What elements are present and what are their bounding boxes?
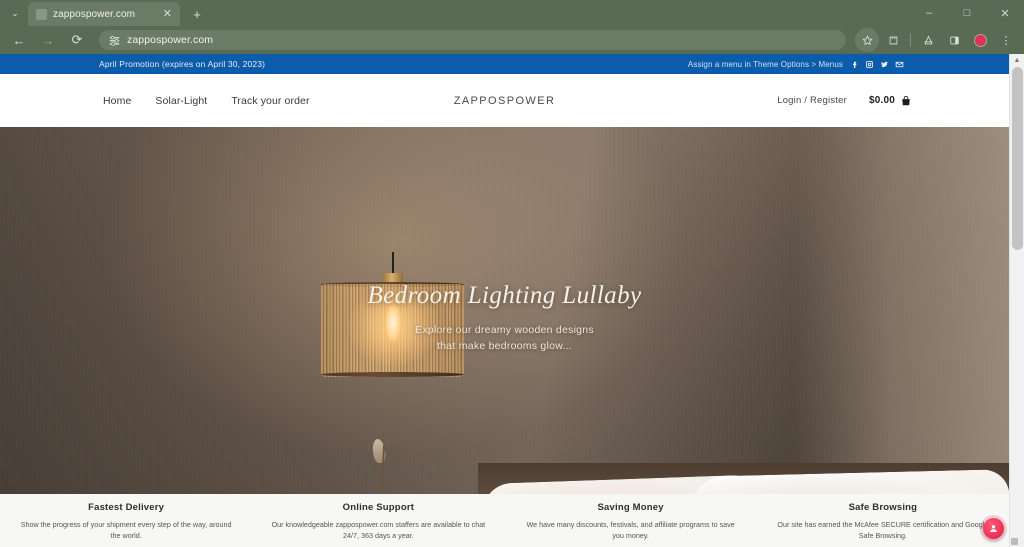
minimize-icon[interactable]: – [910,0,948,26]
cart-button[interactable]: $0.00 [869,95,912,107]
promo-bar: April Promotion (expires on April 30, 20… [0,54,1009,74]
instagram-icon[interactable] [865,60,874,69]
feature-description: Our site has earned the McAfee SECURE ce… [777,520,989,541]
close-icon[interactable]: ✕ [163,8,172,20]
nav-item-solar-light[interactable]: Solar-Light [155,95,207,107]
page-viewport: April Promotion (expires on April 30, 20… [0,54,1024,547]
hero-subtitle: Explore our dreamy wooden designs that m… [0,322,1009,355]
web-page: April Promotion (expires on April 30, 20… [0,54,1009,547]
browser-tab[interactable]: zappospower.com ✕ [28,2,180,26]
feature-title: Saving Money [597,502,664,513]
nav-item-home[interactable]: Home [103,95,131,107]
more-menu-icon[interactable]: ⋮ [994,28,1018,52]
feature-description: We have many discounts, festivals, and a… [526,520,735,541]
site-logo[interactable]: ZAPPOSPOWER [454,95,556,107]
twitter-icon[interactable] [880,60,889,69]
promo-text: April Promotion (expires on April 30, 20… [99,59,266,69]
hero-text-block: Bedroom Lighting Lullaby Explore our dre… [0,282,1009,355]
feature-description: Our knowledgeable zappospower.com staffe… [271,520,486,541]
nav-item-track-your-order[interactable]: Track your order [231,95,309,107]
support-agent-icon [990,525,997,532]
main-navigation: Home Solar-Light Track your order [103,95,310,107]
scroll-up-icon[interactable]: ▲ [1010,54,1024,67]
reload-icon[interactable]: ⟳ [64,28,90,52]
browser-window: ⌄ zappospower.com ✕ + – □ ✕ ← → ⟳ zappos… [0,0,1024,547]
hero-banner: Bedroom Lighting Lullaby Explore our dre… [0,127,1009,494]
feature-description: Show the progress of your shipment every… [20,520,232,541]
profile-icon[interactable] [968,28,992,52]
login-register-link[interactable]: Login / Register [777,95,847,106]
support-widget-button[interactable] [983,518,1004,539]
site-header: Home Solar-Light Track your order ZAPPOS… [0,74,1009,127]
features-section: Fastest Delivery Show the progress of yo… [0,494,1009,547]
scrollbar-thumb[interactable] [1012,67,1023,250]
browser-toolbar: ← → ⟳ zappospower.com ⋮ [0,26,1024,54]
toolbar-icons: ⋮ [855,28,1018,52]
header-actions: Login / Register $0.00 [777,95,912,107]
tab-favicon [36,8,47,20]
tab-title: zappospower.com [53,8,136,20]
facebook-icon[interactable] [850,60,859,69]
address-bar-url: zappospower.com [127,34,214,46]
tune-icon [109,35,120,46]
social-links [850,60,904,69]
feature-safe-browsing: Safe Browsing Our site has earned the Mc… [757,502,1009,547]
shopping-bag-icon [902,95,910,105]
chevron-down-icon: ⌄ [11,7,19,18]
address-bar[interactable]: zappospower.com [99,30,846,50]
page-scrollbar[interactable]: ▲ [1009,54,1024,547]
feature-title: Online Support [342,502,415,513]
cart-total: $0.00 [868,95,895,106]
feature-title: Safe Browsing [848,502,918,513]
back-icon[interactable]: ← [6,28,32,52]
hero-subtitle-line-2: that make bedrooms glow... [437,340,572,353]
extensions-icon[interactable] [881,28,905,52]
hero-subtitle-line-1: Explore our dreamy wooden designs [415,324,594,336]
split-screen-icon[interactable] [916,28,940,52]
feature-fastest-delivery: Fastest Delivery Show the progress of yo… [0,502,252,547]
window-controls: – □ ✕ [910,0,1024,26]
sidebar-icon[interactable] [942,28,966,52]
window-close-icon[interactable]: ✕ [986,0,1024,26]
resize-handle[interactable] [1011,538,1018,545]
maximize-icon[interactable]: □ [948,0,986,26]
feature-title: Fastest Delivery [88,502,165,513]
promo-right-group: Assign a menu in Theme Options > Menus [688,60,904,69]
tab-strip: ⌄ zappospower.com ✕ + – □ ✕ [0,0,1024,26]
new-tab-button[interactable]: + [188,5,206,23]
lamp-shade-bottom-rim [321,372,464,377]
feature-online-support: Online Support Our knowledgeable zapposp… [252,502,504,547]
tab-search-button[interactable]: ⌄ [2,1,28,25]
toolbar-divider [910,33,911,47]
email-icon[interactable] [895,60,904,69]
forward-icon[interactable]: → [35,28,61,52]
star-icon[interactable] [855,28,879,52]
profile-avatar [973,33,987,47]
feature-saving-money: Saving Money We have many discounts, fes… [505,502,757,547]
assign-menu-notice[interactable]: Assign a menu in Theme Options > Menus [688,60,843,69]
hero-title: Bedroom Lighting Lullaby [367,282,642,309]
